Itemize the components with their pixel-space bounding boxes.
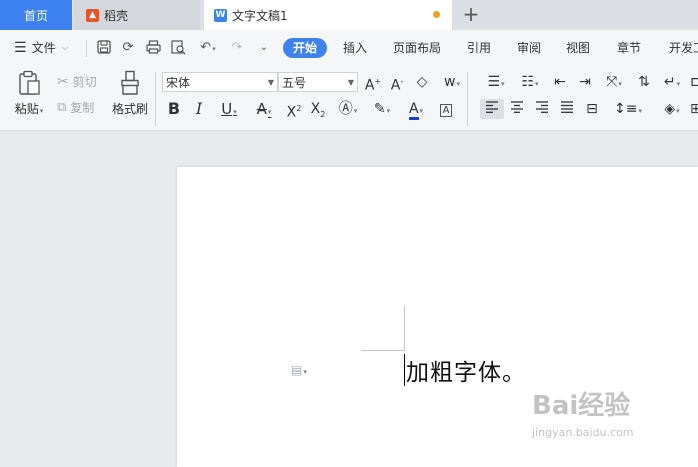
font-color-icon[interactable]: A▾	[402, 99, 430, 120]
menu-tab-section[interactable]: 章节	[617, 30, 641, 66]
unsaved-dot-icon	[433, 11, 440, 18]
highlight-icon[interactable]: ✎▾	[368, 99, 396, 119]
distribute-icon[interactable]: ⊟	[582, 99, 602, 119]
export-icon[interactable]: ⟳	[120, 40, 136, 56]
paste-label: 粘贴	[14, 102, 39, 116]
bold-icon[interactable]: B	[164, 99, 184, 119]
chinese-layout-icon[interactable]: ⤧▾	[600, 72, 628, 92]
tab-daoke-label: 稻壳	[104, 8, 129, 23]
menu-tab-view[interactable]: 视图	[566, 30, 590, 66]
save-icon[interactable]	[96, 40, 112, 56]
customize-chevron-icon[interactable]: ⌄	[256, 40, 272, 56]
align-right-icon[interactable]	[532, 99, 552, 119]
tab-document[interactable]: W 文字文稿1	[204, 0, 452, 30]
cut-button[interactable]: ✂ 剪切	[57, 73, 97, 90]
phonetic-guide-icon[interactable]: w▾	[438, 72, 466, 92]
hamburger-icon: ☰	[14, 40, 27, 56]
clipboard-icon	[19, 70, 40, 95]
justify-icon[interactable]	[557, 99, 577, 119]
tab-bar: 首页 ▲ 稻壳 W 文字文稿1 +	[0, 0, 698, 30]
cut-label: 剪切	[72, 75, 97, 89]
font-size-select[interactable]: 五号 ▼	[278, 72, 358, 92]
decrease-indent-icon[interactable]: ⇤	[550, 72, 570, 92]
border-icon[interactable]: ⊞	[690, 99, 698, 119]
clear-format-icon[interactable]: ◇	[412, 72, 432, 92]
watermark-brand: Bai经验	[532, 391, 631, 421]
strikethrough-icon[interactable]: A▾	[250, 99, 278, 119]
menu-tab-review[interactable]: 审阅	[517, 30, 541, 66]
italic-icon[interactable]: I	[189, 99, 209, 119]
undo-icon[interactable]: ↶▾	[196, 40, 220, 56]
redo-icon[interactable]: ↷	[229, 40, 245, 56]
menu-tab-start[interactable]: 开始	[283, 38, 328, 58]
shading-icon[interactable]: ◈▾	[658, 99, 686, 119]
underline-icon[interactable]: U▾	[214, 99, 244, 119]
ribbon-toolbar: 粘贴▾ ✂ 剪切 ⧉ 复制 格式刷 宋体 ▼ 五号 ▼ A+ A- ◇ w▾ B…	[0, 66, 698, 131]
dropdown-arrow-icon: ▼	[267, 78, 274, 87]
paste-button[interactable]: 粘贴▾	[14, 70, 44, 128]
sort-icon[interactable]: ⇅	[634, 72, 654, 92]
copy-icon: ⧉	[57, 100, 67, 115]
watermark-url: jingyan.baidu.com	[532, 426, 634, 439]
format-painter-icon	[121, 70, 139, 95]
scissors-icon: ✂	[57, 73, 69, 90]
format-painter-button[interactable]: 格式刷	[110, 70, 150, 128]
font-size-value: 五号	[282, 76, 307, 90]
text-cursor	[404, 354, 405, 386]
menu-tab-developer[interactable]: 开发工	[669, 30, 698, 66]
menu-tab-page-layout[interactable]: 页面布局	[393, 30, 441, 66]
increase-font-size-icon[interactable]: A+	[363, 72, 383, 94]
tab-daoke[interactable]: ▲ 稻壳	[74, 0, 200, 30]
bullet-list-icon[interactable]: ☰▾	[482, 72, 510, 92]
menu-bar: ☰ 文件 ⌵ ⟳ ↶▾ ↷ ⌄ 开始 插入 页面布局 引用 审阅 视图 章节 开…	[0, 30, 698, 66]
subscript-icon[interactable]: X2	[308, 99, 328, 119]
divider	[86, 40, 87, 57]
copy-button[interactable]: ⧉ 复制	[57, 99, 94, 116]
watermark: Bai经验 jingyan.baidu.com	[532, 385, 672, 455]
document-text[interactable]: 加粗字体。	[406, 353, 526, 387]
print-preview-icon[interactable]	[170, 40, 186, 56]
line-spacing-icon[interactable]: ↕≡▾	[614, 99, 642, 119]
paragraph-layout-icon[interactable]: ▤▾	[291, 363, 307, 377]
superscript-icon[interactable]: X2	[284, 99, 304, 121]
text-effect-icon[interactable]: Ⓐ▾	[334, 99, 362, 119]
dropdown-arrow-icon: ▼	[347, 78, 354, 87]
numbered-list-icon[interactable]: ☷▾	[516, 72, 544, 92]
align-center-icon[interactable]	[507, 99, 527, 119]
file-menu-label: 文件	[31, 41, 56, 55]
daoke-icon: ▲	[86, 8, 99, 22]
copy-label: 复制	[70, 101, 95, 115]
more-icon[interactable]: ⊏	[690, 72, 698, 92]
tab-home-label: 首页	[23, 8, 48, 23]
divider	[467, 72, 468, 126]
show-marks-icon[interactable]: ↵▾	[658, 72, 686, 92]
writer-doc-icon: W	[214, 8, 227, 22]
menu-tab-insert[interactable]: 插入	[343, 30, 367, 66]
tab-document-label: 文字文稿1	[232, 8, 288, 23]
margin-marker	[361, 350, 405, 351]
increase-indent-icon[interactable]: ⇥	[575, 72, 595, 92]
font-name-value: 宋体	[166, 76, 191, 90]
decrease-font-size-icon[interactable]: A-	[387, 72, 407, 94]
character-border-icon[interactable]: A	[436, 99, 456, 119]
chevron-down-icon: ⌵	[61, 43, 69, 53]
tab-home[interactable]: 首页	[0, 0, 72, 30]
menu-tab-references[interactable]: 引用	[467, 30, 491, 66]
divider	[155, 72, 156, 126]
font-name-select[interactable]: 宋体 ▼	[162, 72, 278, 92]
format-painter-label: 格式刷	[111, 102, 148, 116]
file-menu[interactable]: ☰ 文件 ⌵	[14, 30, 68, 66]
align-left-icon[interactable]	[480, 99, 504, 119]
print-icon[interactable]	[145, 40, 161, 56]
margin-marker	[404, 306, 405, 351]
new-tab-button[interactable]: +	[460, 4, 482, 26]
